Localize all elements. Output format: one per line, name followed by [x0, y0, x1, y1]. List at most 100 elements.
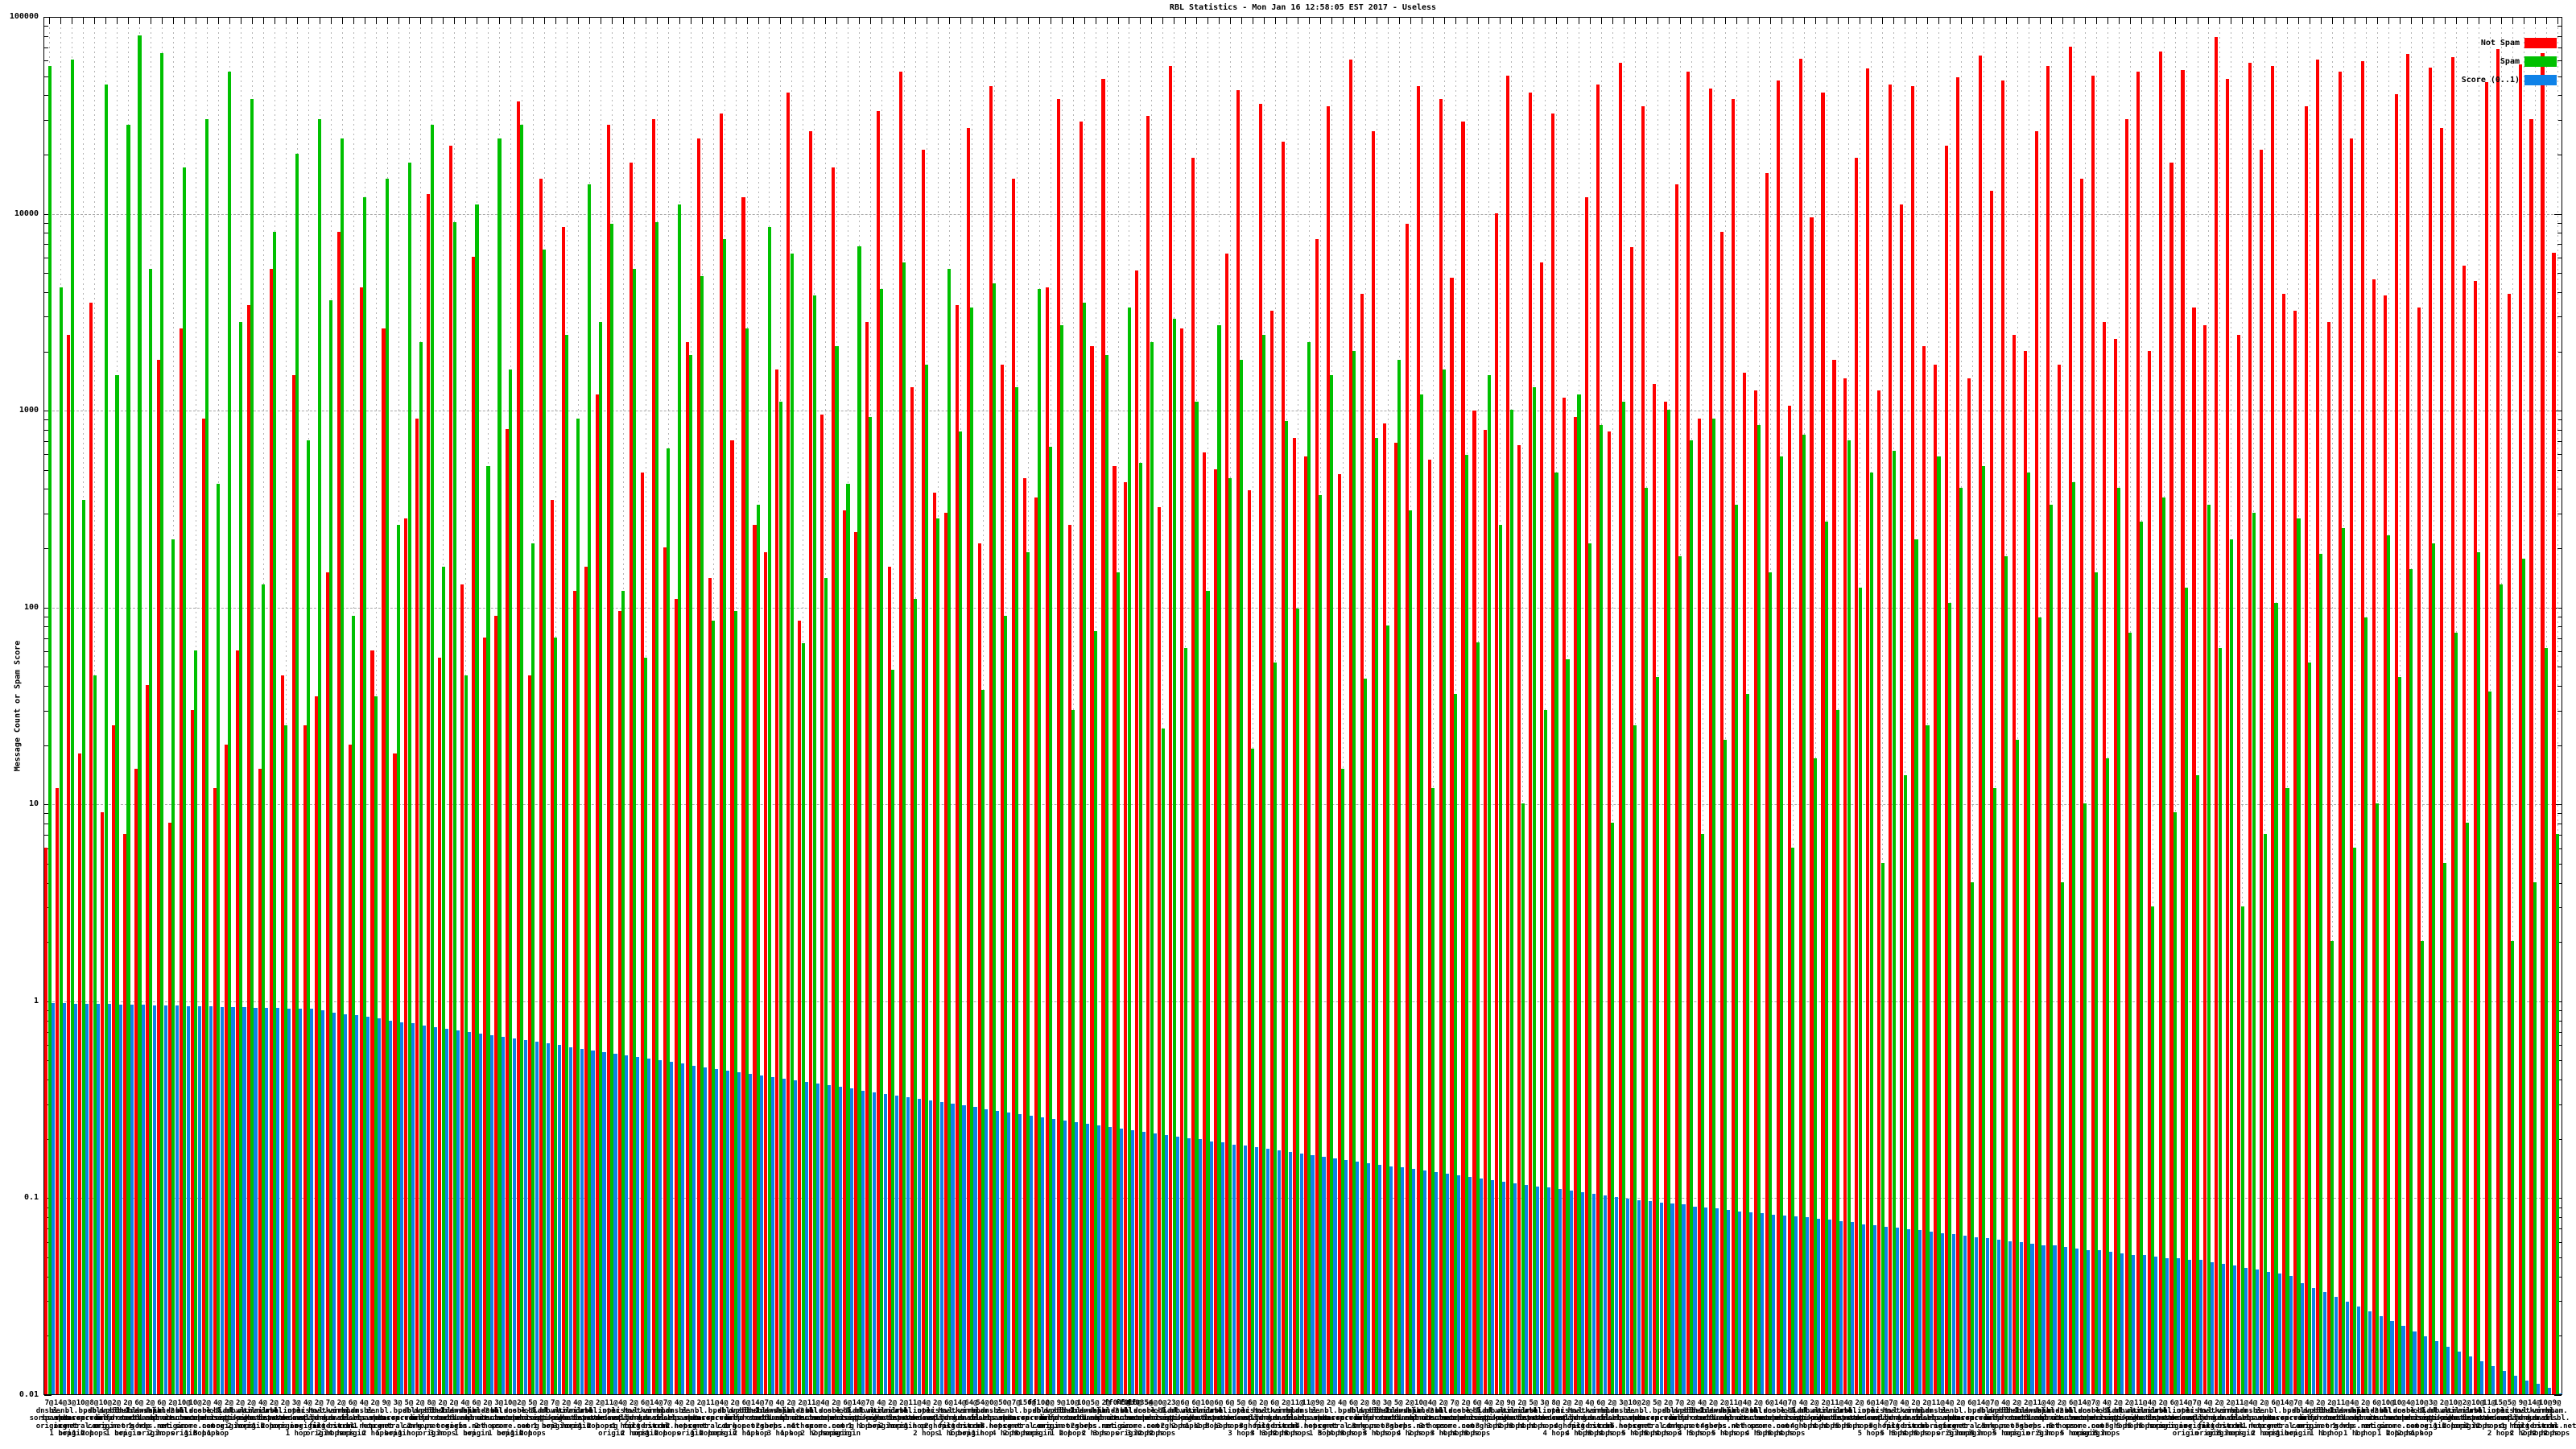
bar-score: [422, 1025, 427, 1394]
y-axis-title: Message Count or Spam Score: [13, 640, 23, 772]
bar-spam: [2487, 691, 2491, 1394]
x-tick-top: [1724, 18, 1726, 24]
bar-score: [827, 1085, 831, 1394]
bar-score: [1963, 1235, 1967, 1394]
x-tick-top: [780, 18, 782, 24]
bar-score: [220, 1006, 224, 1394]
x-tick-top: [1072, 18, 1074, 24]
x-tick-top: [724, 18, 725, 24]
y-minor-tick-right: [2557, 745, 2562, 746]
x-tick-top: [622, 18, 624, 24]
x-tick-top: [2321, 18, 2322, 24]
bar-score: [1435, 1172, 1439, 1394]
x-tick-top: [1466, 18, 1468, 24]
bar-score: [557, 1045, 561, 1394]
y-tick-label: 100000: [9, 12, 39, 21]
bar-score: [73, 1003, 78, 1394]
bar-score: [1501, 1182, 1506, 1394]
y-minor-tick-right: [2557, 273, 2562, 275]
bar-score: [152, 1005, 156, 1394]
y-minor-tick-left: [44, 35, 48, 37]
x-tick-top: [1016, 18, 1018, 24]
x-tick-top: [2332, 18, 2334, 24]
bar-spam: [2308, 663, 2312, 1394]
bar-score: [276, 1008, 280, 1394]
bar-score: [636, 1056, 640, 1394]
bar-spam: [2252, 513, 2256, 1394]
bar-score: [973, 1107, 977, 1394]
bar-score: [1591, 1194, 1596, 1394]
x-tick-top: [1927, 18, 1929, 24]
x-tick-top: [2062, 18, 2063, 24]
x-tick-top: [1736, 18, 1737, 24]
bar-score: [2469, 1356, 2473, 1394]
x-tick-top: [218, 18, 220, 24]
y-minor-tick-right: [2557, 316, 2562, 318]
bar-score: [1693, 1206, 1697, 1394]
x-tick-top: [1769, 18, 1771, 24]
bar-score: [793, 1080, 798, 1394]
bar-score: [1637, 1199, 1641, 1394]
y-tick-label: 0.1: [23, 1193, 39, 1203]
x-tick-top: [2242, 18, 2244, 24]
bar-score: [265, 1008, 269, 1394]
bar-score: [1277, 1150, 1281, 1394]
x-tick-top: [1151, 18, 1153, 24]
bar-score: [1727, 1210, 1731, 1394]
bar-score: [299, 1009, 303, 1394]
x-tick-top: [2084, 18, 2086, 24]
bar-score: [400, 1022, 404, 1394]
x-tick-top: [2455, 18, 2457, 24]
x-tick-top: [1364, 18, 1366, 24]
y-tick-label: 0.01: [19, 1390, 39, 1399]
bar-score: [2345, 1301, 2349, 1394]
bar-score: [62, 1003, 67, 1394]
x-tick-top: [465, 18, 467, 24]
y-minor-tick-right: [2557, 686, 2562, 687]
bar-score: [917, 1098, 921, 1394]
bar-score: [1682, 1204, 1686, 1394]
bar-score: [770, 1077, 775, 1394]
x-tick-top: [2500, 18, 2502, 24]
x-tick-top: [746, 18, 748, 24]
x-tick-top: [1713, 18, 1715, 24]
x-tick-top: [2264, 18, 2266, 24]
bar-spam: [2207, 504, 2211, 1394]
x-tick-top: [1522, 18, 1524, 24]
x-tick-top: [825, 18, 827, 24]
bar-score: [2548, 1387, 2552, 1394]
y-minor-tick-right: [2557, 638, 2562, 639]
bar-score: [2030, 1244, 2034, 1394]
bar-score: [1063, 1120, 1067, 1394]
bar-score: [2221, 1263, 2226, 1394]
x-tick-top: [162, 18, 163, 24]
bar-score: [1670, 1203, 1674, 1394]
bar-score: [883, 1093, 887, 1394]
bar-score: [1243, 1146, 1247, 1394]
bar-score: [1918, 1230, 1922, 1394]
bar-score: [2368, 1311, 2372, 1394]
y-minor-tick-right: [2557, 429, 2562, 431]
x-tick-top: [2512, 18, 2513, 24]
y-major-tick-right: [2554, 1395, 2562, 1396]
bar-score: [501, 1037, 505, 1394]
bar-score: [1535, 1186, 1539, 1394]
bar-score: [715, 1068, 719, 1394]
x-tick-top: [1893, 18, 1895, 24]
bar-score: [433, 1026, 438, 1394]
bar-spam: [2533, 881, 2537, 1394]
x-tick-top: [2467, 18, 2468, 24]
bar-score: [1108, 1126, 1113, 1394]
bar-score: [951, 1104, 955, 1394]
x-tick-top: [1027, 18, 1029, 24]
bar-score: [186, 1005, 190, 1394]
bar-score: [1075, 1121, 1079, 1394]
legend-label: Not Spam: [2480, 39, 2520, 47]
bar-spam: [2510, 941, 2514, 1394]
bar-score: [1872, 1225, 1877, 1394]
x-tick-top: [330, 18, 332, 24]
x-tick-top: [1871, 18, 1872, 24]
bar-score: [760, 1075, 764, 1394]
bar-score: [906, 1096, 910, 1394]
x-tick-top: [499, 18, 501, 24]
